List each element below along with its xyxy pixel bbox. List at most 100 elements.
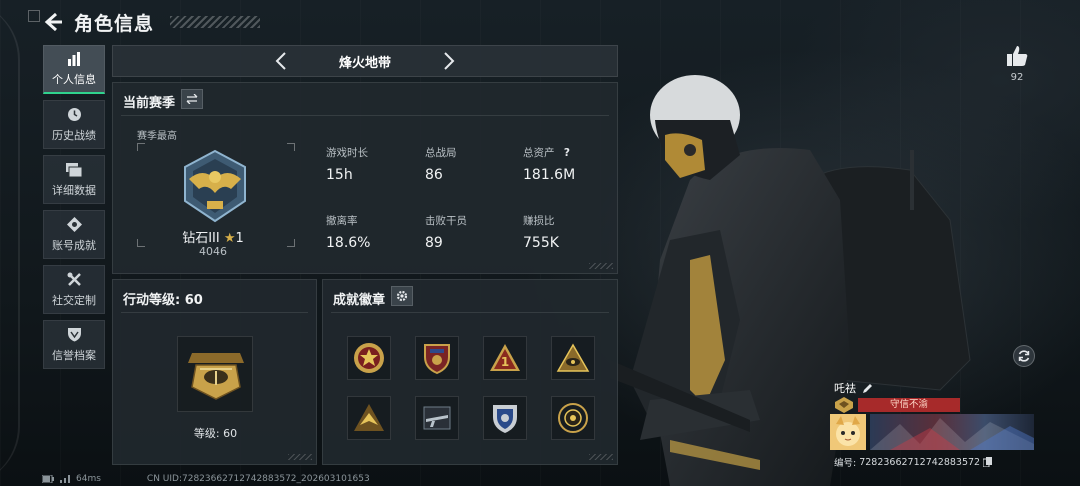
stat-total-matches: 总战局 86 bbox=[425, 145, 457, 183]
rank-stars: 1 bbox=[235, 231, 244, 246]
sidebar-item-label: 信誉档案 bbox=[52, 348, 96, 362]
current-season-panel: 当前赛季 赛季最高 钻石III ★1 4046 游戏时长 15h 总战局 86 … bbox=[112, 82, 618, 274]
stat-value: 15h bbox=[326, 167, 353, 183]
stat-value: 18.6% bbox=[326, 235, 371, 251]
badge-slot-4[interactable] bbox=[551, 336, 595, 380]
stat-label: 总战局 bbox=[425, 147, 457, 159]
player-banner bbox=[870, 414, 1034, 450]
uid-footer: CN UID:72823662712742883572_202603101653 bbox=[146, 474, 370, 484]
stat-label-row: 总资产 ? bbox=[523, 145, 575, 160]
badge-slot-3[interactable]: 1 bbox=[483, 336, 527, 380]
action-level-panel: 行动等级: 60 等级: 60 bbox=[112, 279, 317, 465]
hatch-decoration bbox=[589, 454, 613, 460]
stat-label: 撤离率 bbox=[326, 215, 358, 227]
stat-label: 游戏时长 bbox=[326, 147, 368, 159]
achievement-badges-panel: 成就徽章 1 bbox=[322, 279, 618, 465]
police-shield-badge-icon bbox=[493, 405, 517, 433]
copy-icon[interactable] bbox=[983, 457, 993, 467]
current-season-title: 当前赛季 bbox=[123, 96, 176, 111]
hatch-decoration bbox=[288, 454, 312, 460]
badge-slot-5[interactable] bbox=[347, 396, 391, 440]
badge-slot-8[interactable] bbox=[551, 396, 595, 440]
sidebar-item-achievements[interactable]: 账号成就 bbox=[43, 210, 105, 259]
stat-extraction-rate: 撤离率 18.6% bbox=[326, 213, 370, 251]
badges-title: 成就徽章 bbox=[333, 293, 386, 308]
tools-icon bbox=[66, 272, 82, 288]
title-hatch-decoration bbox=[170, 16, 261, 28]
like-count: 92 bbox=[1010, 72, 1024, 83]
red-star-badge-icon bbox=[354, 343, 384, 373]
stat-profit-loss-ratio: 赚损比 755K bbox=[523, 213, 559, 251]
rank-name: 钻石III bbox=[182, 231, 220, 246]
ping-value: 64ms bbox=[76, 474, 101, 484]
sidebar-item-label: 个人信息 bbox=[52, 73, 96, 86]
header: 角色信息 bbox=[42, 8, 261, 36]
divider bbox=[121, 115, 609, 116]
stat-value: 89 bbox=[425, 235, 443, 251]
rank-score: 4046 bbox=[199, 245, 227, 258]
player-name: 吒祛 bbox=[834, 382, 856, 395]
action-level-label: 行动等级: bbox=[123, 293, 181, 308]
frame-corner bbox=[137, 143, 145, 151]
folder-icon bbox=[66, 162, 82, 178]
achievement-icon bbox=[66, 217, 82, 233]
edit-pencil-icon[interactable] bbox=[862, 383, 873, 394]
sidebar-item-detailed-data[interactable]: 详细数据 bbox=[43, 155, 105, 204]
help-icon[interactable]: ? bbox=[564, 147, 570, 159]
player-uid-row: 编号: 72823662712742883572 bbox=[834, 455, 993, 469]
action-level-value: 60 bbox=[184, 293, 203, 308]
stat-value: 755K bbox=[523, 235, 559, 251]
battery-icon bbox=[42, 475, 54, 483]
eye-triangle-badge-icon bbox=[556, 343, 590, 372]
uid-value: 72823662712742883572 bbox=[859, 456, 981, 468]
back-arrow-icon[interactable] bbox=[42, 11, 64, 33]
divider bbox=[331, 312, 609, 313]
sidebar-item-personal-info[interactable]: 个人信息 bbox=[43, 45, 105, 94]
stat-value: 86 bbox=[425, 167, 443, 183]
history-icon bbox=[66, 107, 82, 123]
badge-slot-6[interactable] bbox=[415, 396, 459, 440]
rifle-badge-icon bbox=[423, 406, 451, 430]
player-avatar[interactable] bbox=[830, 414, 866, 450]
player-name-row: 吒祛 bbox=[834, 380, 873, 396]
rank-name-row: 钻石III ★1 bbox=[113, 227, 313, 246]
helicopter-level-icon bbox=[188, 353, 244, 400]
refresh-icon bbox=[1018, 350, 1030, 362]
gear-icon bbox=[396, 290, 408, 302]
page-title: 角色信息 bbox=[74, 12, 155, 35]
star-icon: ★ bbox=[223, 231, 236, 246]
diamond-rank-emblem-icon bbox=[184, 149, 246, 223]
target-badge-icon bbox=[558, 403, 588, 433]
stat-label: 赚损比 bbox=[523, 215, 555, 227]
rotate-view-button[interactable] bbox=[1013, 345, 1035, 367]
signal-icon bbox=[60, 475, 70, 483]
switch-season-button[interactable] bbox=[181, 89, 203, 109]
season-selector: 烽火地带 bbox=[112, 45, 618, 77]
reputation-rank-icon bbox=[835, 397, 853, 413]
swap-icon bbox=[186, 94, 198, 104]
uid-label: 编号: bbox=[834, 458, 857, 469]
stat-play-time: 游戏时长 15h bbox=[326, 145, 368, 183]
badge-slot-7[interactable] bbox=[483, 396, 527, 440]
chevron-right-icon[interactable] bbox=[441, 51, 457, 71]
thumbs-up-icon[interactable] bbox=[1005, 44, 1029, 68]
sidebar: 个人信息 历史战绩 详细数据 账号成就 社交定制 信誉档案 bbox=[43, 45, 105, 375]
bar-chart-icon bbox=[66, 51, 82, 67]
shield-icon bbox=[66, 327, 82, 343]
stat-operators-defeated: 击败干员 89 bbox=[425, 213, 467, 251]
banner-artwork bbox=[870, 418, 1034, 450]
divider bbox=[121, 312, 308, 313]
bird-triangle-badge-icon bbox=[354, 404, 384, 431]
badge-slot-1[interactable] bbox=[347, 336, 391, 380]
sidebar-item-history[interactable]: 历史战绩 bbox=[43, 100, 105, 149]
badge-slot-2[interactable] bbox=[415, 336, 459, 380]
sidebar-item-social[interactable]: 社交定制 bbox=[43, 265, 105, 314]
sidebar-item-label: 详细数据 bbox=[52, 183, 96, 197]
badge-settings-button[interactable] bbox=[391, 286, 413, 306]
action-level-title: 行动等级: 60 bbox=[123, 289, 203, 308]
sidebar-item-reputation[interactable]: 信誉档案 bbox=[43, 320, 105, 369]
hatch-decoration bbox=[589, 263, 613, 269]
season-best-label: 赛季最高 bbox=[137, 131, 177, 142]
chevron-left-icon[interactable] bbox=[273, 51, 289, 71]
header-corner-decoration bbox=[28, 10, 40, 22]
